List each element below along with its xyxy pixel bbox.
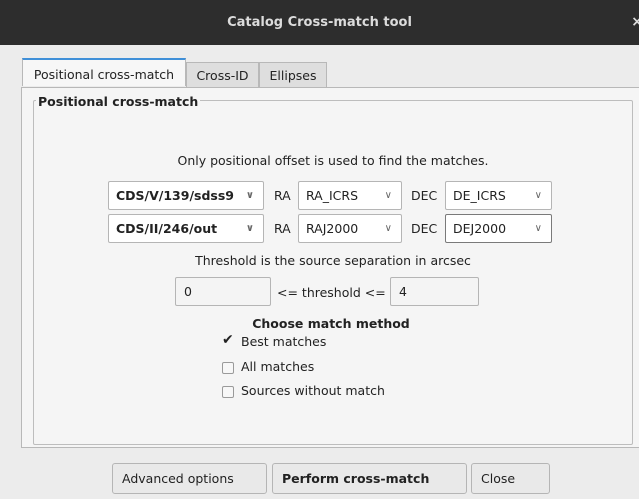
checkmark-icon: ✔ <box>222 332 234 348</box>
dec-column-select-2[interactable]: DEJ2000 ∨ <box>445 214 552 243</box>
ra-column-select-2[interactable]: RAJ2000 ∨ <box>298 214 402 243</box>
best-matches-label[interactable]: Best matches <box>241 334 326 349</box>
close-icon[interactable]: × <box>631 0 639 45</box>
all-matches-label[interactable]: All matches <box>241 359 314 374</box>
catalog-select-1[interactable]: CDS/V/139/sdss9 ∨ <box>108 181 264 210</box>
all-matches-checkbox[interactable] <box>222 362 234 374</box>
best-matches-checkbox[interactable]: ✔ <box>222 332 234 348</box>
chevron-down-icon: ∨ <box>245 190 254 201</box>
ra-column-select-1-value: RA_ICRS <box>306 188 359 203</box>
threshold-max-input[interactable]: 4 <box>390 277 479 306</box>
catalog-select-2[interactable]: CDS/II/246/out ∨ <box>108 214 264 243</box>
tab-ellipses[interactable]: Ellipses <box>259 62 327 88</box>
dec-label-1: DEC <box>411 188 438 203</box>
title-bar: Catalog Cross-match tool × <box>0 0 639 45</box>
tab-cross-id[interactable]: Cross-ID <box>186 62 259 88</box>
catalog-select-2-value: CDS/II/246/out <box>116 221 218 236</box>
chevron-down-icon: ∨ <box>384 190 392 201</box>
chevron-down-icon: ∨ <box>534 223 542 234</box>
group-title: Positional cross-match <box>36 94 201 109</box>
tab-positional-cross-match[interactable]: Positional cross-match <box>22 58 186 86</box>
ra-column-select-2-value: RAJ2000 <box>306 221 359 236</box>
close-button[interactable]: Close <box>471 463 550 494</box>
chevron-down-icon: ∨ <box>534 190 542 201</box>
sources-without-match-checkbox[interactable] <box>222 386 234 398</box>
threshold-min-input[interactable]: 0 <box>175 277 271 306</box>
threshold-operator-label: <= threshold <= <box>277 285 386 300</box>
chevron-down-icon: ∨ <box>384 223 392 234</box>
dec-label-2: DEC <box>411 221 438 236</box>
match-method-title: Choose match method <box>252 316 410 331</box>
info-text: Only positional offset is used to find t… <box>177 153 489 168</box>
perform-cross-match-button[interactable]: Perform cross-match <box>272 463 467 494</box>
dec-column-select-2-value: DEJ2000 <box>453 221 507 236</box>
ra-column-select-1[interactable]: RA_ICRS ∨ <box>298 181 402 210</box>
catalog-select-1-value: CDS/V/139/sdss9 <box>116 188 234 203</box>
ra-label-2: RA <box>274 221 291 236</box>
chevron-down-icon: ∨ <box>245 223 254 234</box>
sources-without-match-label[interactable]: Sources without match <box>241 383 385 398</box>
dec-column-select-1-value: DE_ICRS <box>453 188 506 203</box>
ra-label-1: RA <box>274 188 291 203</box>
dec-column-select-1[interactable]: DE_ICRS ∨ <box>445 181 552 210</box>
threshold-label: Threshold is the source separation in ar… <box>195 253 471 268</box>
advanced-options-button[interactable]: Advanced options <box>112 463 267 494</box>
window-title: Catalog Cross-match tool <box>227 15 412 30</box>
